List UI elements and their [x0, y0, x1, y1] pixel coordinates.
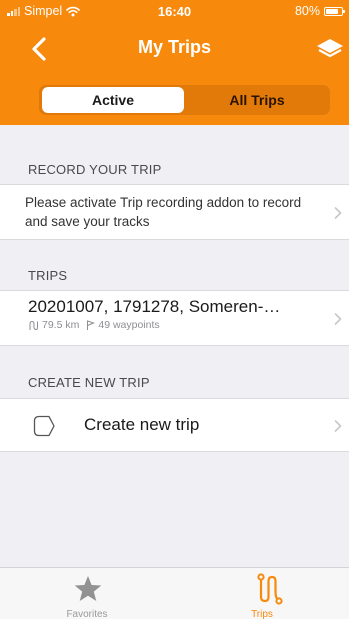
status-bar: Simpel 16:40 80% — [0, 0, 349, 22]
trip-title: 20201007, 1791278, Someren-… — [28, 297, 281, 316]
tab-trips-label: Trips — [251, 609, 273, 619]
layers-button[interactable] — [315, 36, 345, 64]
trip-meta: 79.5 km 49 waypoints — [28, 319, 160, 331]
create-trip-label: Create new trip — [84, 415, 200, 434]
tab-bar: Favorites Trips — [0, 567, 349, 619]
star-icon — [74, 576, 102, 601]
chevron-right-icon — [334, 420, 342, 432]
waypoint-flag-icon — [87, 320, 96, 330]
shape-outline-icon — [33, 415, 55, 437]
trips-route-icon — [257, 573, 283, 605]
segmented-control: Active All Trips — [39, 85, 330, 115]
battery-percent: 80% — [294, 4, 320, 18]
tab-favorites-label: Favorites — [66, 609, 108, 619]
trip-distance: 79.5 km — [42, 319, 80, 331]
section-header-create: CREATE NEW TRIP — [28, 375, 150, 390]
record-trip-row[interactable]: Please activate Trip recording addon to … — [0, 184, 349, 240]
section-header-trips: TRIPS — [28, 268, 68, 283]
header: Simpel 16:40 80% My Trips Active All Tri… — [0, 0, 349, 125]
battery-icon — [324, 6, 345, 16]
route-icon — [29, 320, 38, 330]
trip-row[interactable]: 20201007, 1791278, Someren-… 79.5 km 49 … — [0, 290, 349, 346]
segment-all-trips[interactable]: All Trips — [186, 87, 328, 113]
chevron-right-icon — [334, 313, 342, 325]
create-trip-row[interactable]: Create new trip — [0, 398, 349, 452]
tab-trips[interactable]: Trips — [175, 568, 349, 619]
record-trip-text: Please activate Trip recording addon to … — [25, 195, 302, 229]
page-title: My Trips — [137, 37, 212, 57]
segment-active[interactable]: Active — [42, 87, 184, 113]
trip-waypoints: 49 waypoints — [98, 319, 160, 331]
status-right: 80% — [294, 4, 345, 18]
layers-icon — [317, 39, 343, 58]
tab-favorites[interactable]: Favorites — [0, 568, 174, 619]
section-header-record: RECORD YOUR TRIP — [28, 162, 162, 177]
chevron-right-icon — [334, 207, 342, 219]
